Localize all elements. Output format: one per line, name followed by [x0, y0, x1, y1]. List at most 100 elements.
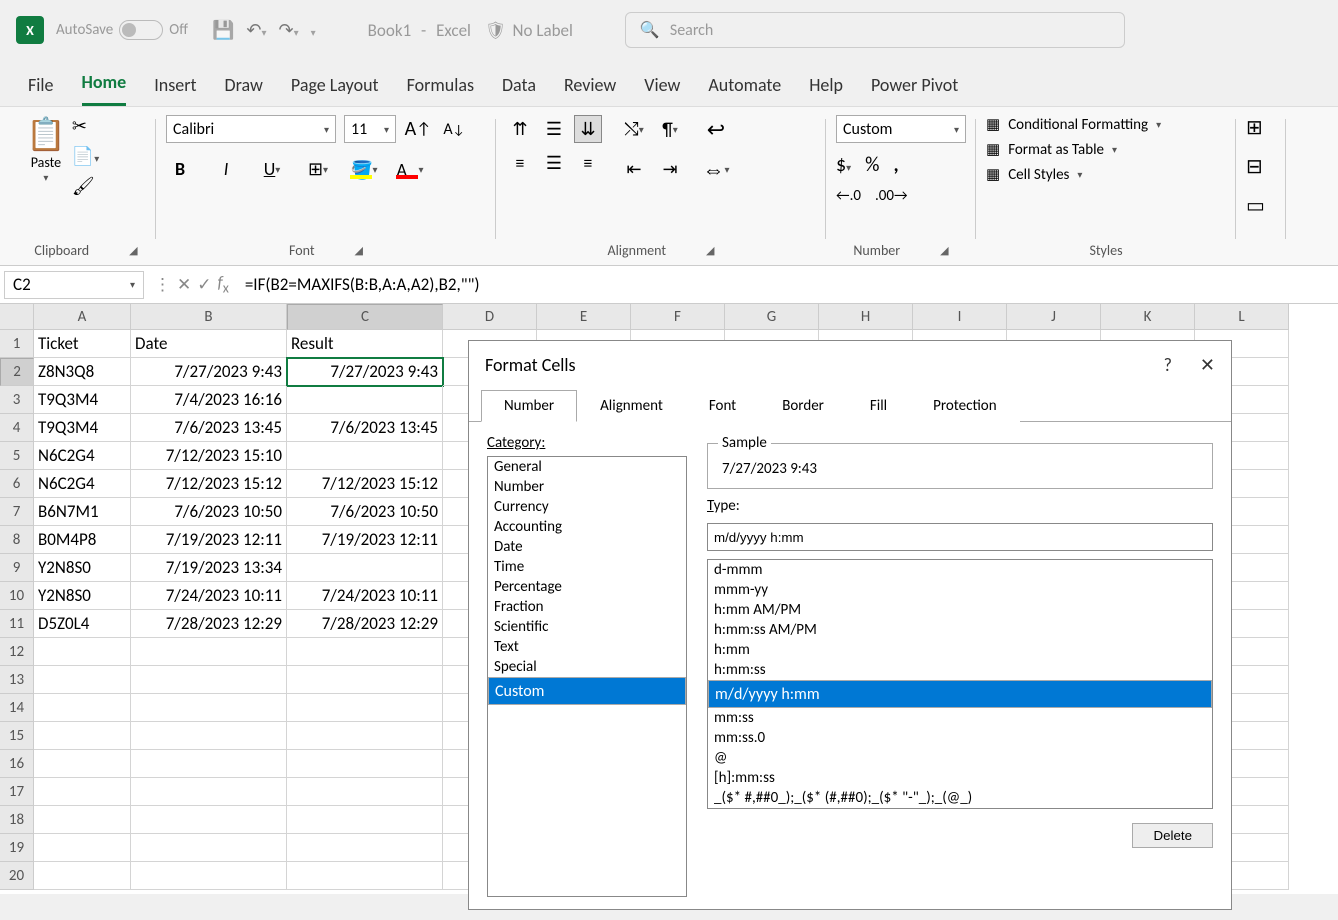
name-box[interactable]: C2▾: [4, 271, 144, 299]
formula-input[interactable]: =IF(B2=MAXIFS(B:B,A:A,A2),B2,""): [235, 274, 1338, 295]
cell-styles-button[interactable]: ▦Cell Styles▾: [986, 165, 1161, 184]
dialog-tab-font[interactable]: Font: [686, 390, 759, 422]
menu-data[interactable]: Data: [502, 74, 536, 106]
menu-review[interactable]: Review: [564, 74, 616, 106]
select-all-corner[interactable]: [0, 304, 34, 330]
align-center-icon[interactable]: ☰: [540, 149, 568, 177]
dialog-tab-protection[interactable]: Protection: [910, 390, 1019, 422]
delete-icon[interactable]: ⊟: [1246, 154, 1265, 179]
type-item[interactable]: [h]:mm:ss: [708, 768, 1212, 788]
category-number[interactable]: Number: [488, 477, 686, 497]
col-header-A[interactable]: A: [34, 304, 131, 330]
type-item[interactable]: h:mm AM/PM: [708, 600, 1212, 620]
orientation-icon[interactable]: ⤭▾: [620, 115, 648, 143]
help-icon[interactable]: ?: [1164, 354, 1172, 376]
cancel-icon[interactable]: ✕: [177, 274, 191, 295]
category-date[interactable]: Date: [488, 537, 686, 557]
dialog-tab-fill[interactable]: Fill: [847, 390, 910, 422]
align-bottom-icon[interactable]: ⇊: [574, 115, 602, 143]
cell-A8[interactable]: B0M4P8: [34, 526, 131, 554]
menu-help[interactable]: Help: [809, 74, 843, 106]
col-header-B[interactable]: B: [131, 304, 287, 330]
type-input[interactable]: [707, 523, 1213, 551]
merge-center-icon[interactable]: ⇔▾: [702, 155, 730, 183]
dialog-tab-alignment[interactable]: Alignment: [577, 390, 686, 422]
col-header-C[interactable]: C: [287, 304, 443, 330]
cell-B18[interactable]: [131, 806, 287, 834]
row-header-19[interactable]: 19: [0, 834, 34, 862]
type-item[interactable]: _($* #,##0_);_($* (#,##0);_($* "-"_);_(@…: [708, 788, 1212, 808]
row-header-4[interactable]: 4: [0, 414, 34, 442]
cell-B3[interactable]: 7/4/2023 16:16: [131, 386, 287, 414]
align-left-icon[interactable]: ≡: [506, 149, 534, 177]
underline-button[interactable]: U ▾: [258, 155, 286, 183]
cell-C7[interactable]: 7/6/2023 10:50: [287, 498, 443, 526]
cell-A1[interactable]: Ticket: [34, 330, 131, 358]
menu-automate[interactable]: Automate: [708, 74, 781, 106]
category-currency[interactable]: Currency: [488, 497, 686, 517]
row-header-6[interactable]: 6: [0, 470, 34, 498]
cell-B11[interactable]: 7/28/2023 12:29: [131, 610, 287, 638]
search-input[interactable]: 🔍 Search: [625, 12, 1125, 48]
fx-icon[interactable]: fx: [218, 272, 229, 296]
cell-A19[interactable]: [34, 834, 131, 862]
cell-C18[interactable]: [287, 806, 443, 834]
undo-icon[interactable]: ↶▾: [246, 19, 266, 41]
row-header-16[interactable]: 16: [0, 750, 34, 778]
category-general[interactable]: General: [488, 457, 686, 477]
font-color-button[interactable]: A▾: [396, 155, 424, 183]
save-icon[interactable]: 💾: [212, 19, 234, 41]
dialog-launcher-icon[interactable]: ◢: [355, 244, 363, 257]
cell-C8[interactable]: 7/19/2023 12:11: [287, 526, 443, 554]
type-list[interactable]: d-mmmmmm-yyh:mm AM/PMh:mm:ss AM/PMh:mmh:…: [707, 559, 1213, 809]
dialog-launcher-icon[interactable]: ◢: [129, 244, 137, 257]
type-item[interactable]: mm:ss.0: [708, 728, 1212, 748]
cell-C12[interactable]: [287, 638, 443, 666]
menu-view[interactable]: View: [644, 74, 680, 106]
row-header-7[interactable]: 7: [0, 498, 34, 526]
cell-C5[interactable]: [287, 442, 443, 470]
menu-home[interactable]: Home: [82, 71, 127, 106]
close-icon[interactable]: ✕: [1200, 354, 1215, 376]
cell-C10[interactable]: 7/24/2023 10:11: [287, 582, 443, 610]
row-header-15[interactable]: 15: [0, 722, 34, 750]
row-header-9[interactable]: 9: [0, 554, 34, 582]
percent-icon[interactable]: %: [865, 153, 879, 177]
cell-A18[interactable]: [34, 806, 131, 834]
cell-C19[interactable]: [287, 834, 443, 862]
menu-insert[interactable]: Insert: [154, 74, 196, 106]
category-scientific[interactable]: Scientific: [488, 617, 686, 637]
cell-C17[interactable]: [287, 778, 443, 806]
format-painter-icon[interactable]: 🖌: [72, 175, 99, 197]
chevron-down-icon[interactable]: ▾: [43, 171, 48, 184]
row-header-8[interactable]: 8: [0, 526, 34, 554]
row-header-14[interactable]: 14: [0, 694, 34, 722]
cell-B7[interactable]: 7/6/2023 10:50: [131, 498, 287, 526]
cell-A6[interactable]: N6C2G4: [34, 470, 131, 498]
fill-color-button[interactable]: 🪣▾: [350, 155, 378, 183]
cell-B10[interactable]: 7/24/2023 10:11: [131, 582, 287, 610]
decrease-decimal-icon[interactable]: .00→: [875, 187, 908, 205]
redo-icon[interactable]: ↷▾: [279, 19, 299, 41]
type-item[interactable]: h:mm:ss AM/PM: [708, 620, 1212, 640]
category-list[interactable]: GeneralNumberCurrencyAccountingDateTimeP…: [487, 456, 687, 897]
category-text[interactable]: Text: [488, 637, 686, 657]
type-item[interactable]: mm:ss: [708, 708, 1212, 728]
cell-C9[interactable]: [287, 554, 443, 582]
cell-B20[interactable]: [131, 862, 287, 890]
cell-C1[interactable]: Result: [287, 330, 443, 358]
menu-page-layout[interactable]: Page Layout: [291, 74, 379, 106]
col-header-H[interactable]: H: [819, 304, 913, 330]
increase-indent-icon[interactable]: ⇥: [656, 155, 684, 183]
type-item[interactable]: m/d/yyyy h:mm: [708, 680, 1212, 708]
align-middle-icon[interactable]: ☰: [540, 115, 568, 143]
enter-icon[interactable]: ✓: [197, 274, 211, 295]
cell-C3[interactable]: [287, 386, 443, 414]
row-header-5[interactable]: 5: [0, 442, 34, 470]
currency-icon[interactable]: $▾: [836, 153, 851, 177]
col-header-G[interactable]: G: [725, 304, 819, 330]
cell-C14[interactable]: [287, 694, 443, 722]
cell-B8[interactable]: 7/19/2023 12:11: [131, 526, 287, 554]
type-item[interactable]: @: [708, 748, 1212, 768]
cell-B4[interactable]: 7/6/2023 13:45: [131, 414, 287, 442]
